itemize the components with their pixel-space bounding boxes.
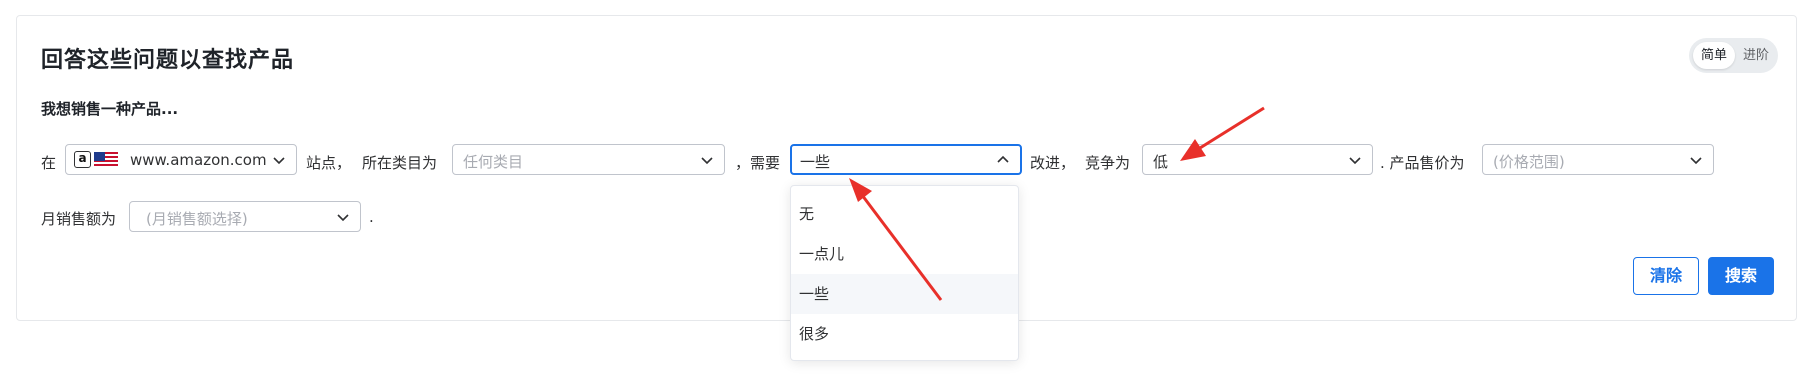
mode-toggle[interactable]: 简单 进阶 xyxy=(1689,38,1778,73)
us-flag-icon xyxy=(94,152,118,168)
chevron-up-icon xyxy=(997,155,1009,163)
label-improvement: 改进， xyxy=(1030,154,1076,172)
label-in: 在 xyxy=(41,154,57,172)
competition-select[interactable]: 低 xyxy=(1142,144,1373,175)
amazon-icon: a xyxy=(74,151,91,168)
competition-select-value: 低 xyxy=(1153,153,1169,171)
dropdown-option-none[interactable]: 无 xyxy=(791,194,1018,234)
label-price: . 产品售价为 xyxy=(1380,154,1465,172)
site-select-value: www.amazon.com xyxy=(130,151,267,169)
site-select[interactable]: a www.amazon.com xyxy=(65,144,297,175)
category-select-placeholder: 任何类目 xyxy=(463,153,524,171)
improvement-select-value: 一些 xyxy=(800,153,831,171)
mode-advanced-option[interactable]: 进阶 xyxy=(1737,42,1775,69)
chevron-down-icon xyxy=(701,157,713,165)
chevron-down-icon xyxy=(337,214,349,222)
dropdown-option-a-lot[interactable]: 很多 xyxy=(791,314,1018,354)
price-select-placeholder: (价格范围) xyxy=(1493,153,1565,171)
label-category: 所在类目为 xyxy=(362,154,438,172)
label-competition: 竞争为 xyxy=(1085,154,1131,172)
label-comma: ， xyxy=(735,154,751,172)
chevron-down-icon xyxy=(1690,157,1702,165)
improvement-dropdown: 无 一点儿 一些 很多 xyxy=(790,185,1019,361)
form-intro: 我想销售一种产品... xyxy=(41,100,179,118)
search-button[interactable]: 搜索 xyxy=(1708,257,1774,295)
label-period: . xyxy=(369,208,374,226)
dropdown-option-a-little[interactable]: 一点儿 xyxy=(791,234,1018,274)
label-need: 需要 xyxy=(750,154,781,172)
chevron-down-icon xyxy=(273,157,285,165)
category-select[interactable]: 任何类目 xyxy=(452,144,725,175)
page-title: 回答这些问题以查找产品 xyxy=(41,48,295,73)
dropdown-option-some[interactable]: 一些 xyxy=(791,274,1018,314)
label-site: 站点， xyxy=(306,154,352,172)
mode-simple-option[interactable]: 简单 xyxy=(1693,42,1735,69)
monthly-sales-select-placeholder: (月销售额选择) xyxy=(146,210,248,228)
price-select[interactable]: (价格范围) xyxy=(1482,144,1714,175)
label-monthly-sales: 月销售额为 xyxy=(41,210,117,228)
monthly-sales-select[interactable]: (月销售额选择) xyxy=(129,201,361,232)
chevron-down-icon xyxy=(1349,157,1361,165)
clear-button[interactable]: 清除 xyxy=(1633,257,1699,295)
improvement-select[interactable]: 一些 xyxy=(790,144,1022,175)
